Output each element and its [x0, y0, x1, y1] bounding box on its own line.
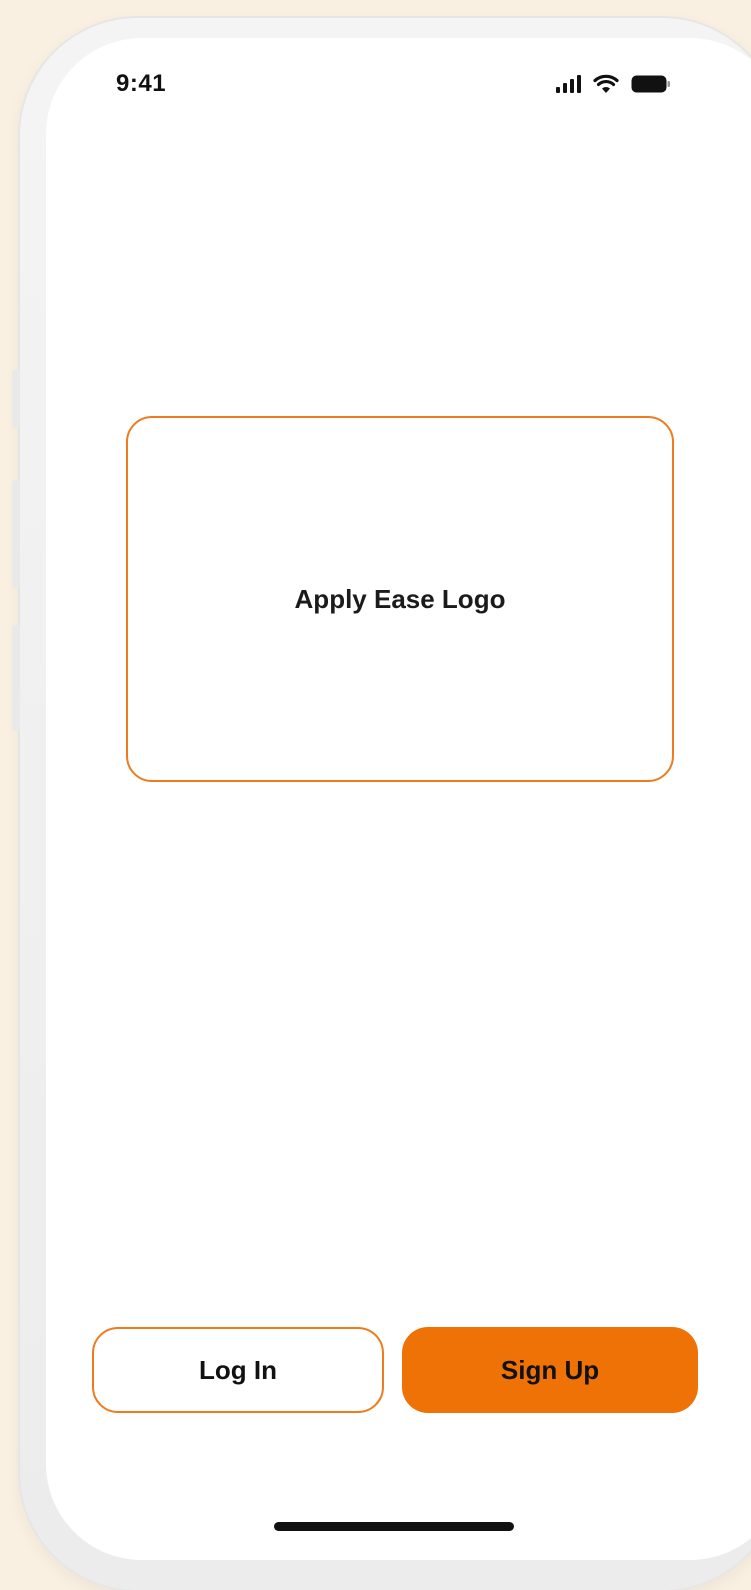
signup-button[interactable]: Sign Up — [402, 1327, 698, 1413]
login-button[interactable]: Log In — [92, 1327, 384, 1413]
status-bar: 9:41 — [46, 38, 751, 128]
signup-button-label: Sign Up — [500, 1354, 600, 1385]
signal-icon — [556, 75, 581, 93]
logo-text: Apply Ease Logo — [294, 583, 506, 614]
phone-screen: 9:41 Apply Ease Logo Log In Sign Up — [46, 38, 751, 1560]
wifi-icon — [593, 74, 619, 93]
status-time: 9:41 — [116, 70, 167, 97]
volume-down-button — [12, 625, 20, 731]
battery-icon — [631, 75, 671, 93]
mute-switch — [12, 370, 20, 428]
volume-up-button — [12, 480, 20, 588]
home-indicator[interactable] — [274, 1522, 514, 1531]
status-icons — [556, 74, 671, 93]
login-button-label: Log In — [199, 1354, 277, 1385]
app-logo-placeholder: Apply Ease Logo — [126, 416, 674, 782]
